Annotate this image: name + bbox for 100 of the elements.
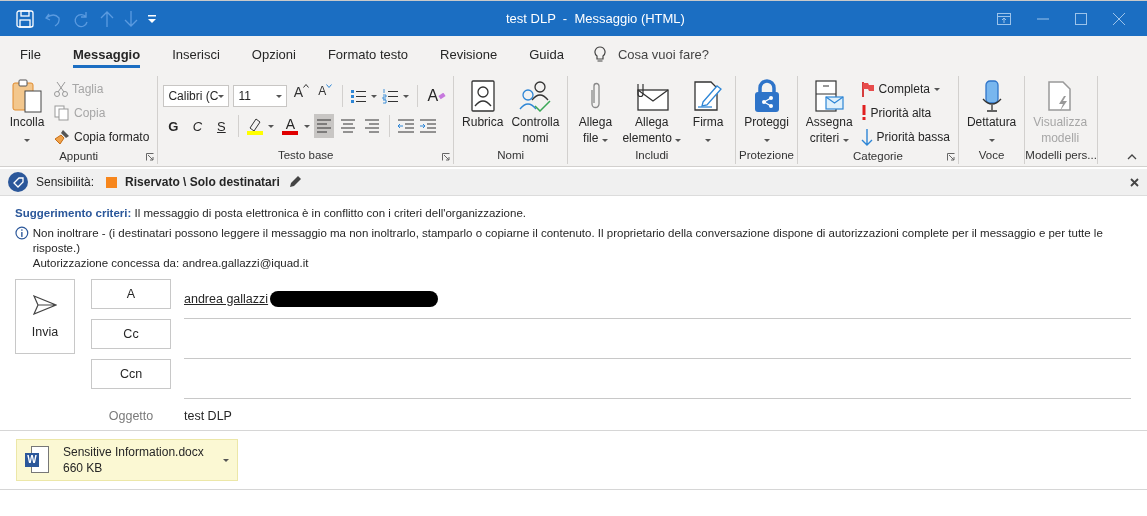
send-button[interactable]: Invia [15,279,75,354]
customize-icon[interactable] [148,14,156,23]
info-text: Non inoltrare - (i destinatari possono leggere il messaggio ma non inoltrarlo, stamparlo o copiarne il contenuto. Il proprietario della conversazione dispone di autorizzazioni complete per il messaggio e per tutte le risposte.) [32,226,1104,256]
group-label: Categorie [852,150,903,162]
ribbon-button[interactable]: Controlla nomi [508,76,563,146]
scissors-icon [54,81,68,97]
tag-icon [8,172,28,192]
granted-by-text: Autorizzazione concessa da: andrea.gallazzi@iquad.it [32,256,310,271]
grow-font-button[interactable]: A [291,84,312,108]
dialog-launcher-icon[interactable] [146,153,155,161]
tell-me-field[interactable]: Cosa vuoi fare? [617,46,709,62]
caret-icon [218,94,225,98]
align-right-icon [364,117,381,135]
paintbrush-icon [54,129,70,145]
align-button[interactable] [314,114,335,138]
font-color-button[interactable]: A [280,114,301,138]
ribbon-tab[interactable]: Messaggio [62,36,151,72]
redo-icon[interactable] [72,9,90,28]
ribbon-button[interactable]: Firma [686,76,731,146]
ribbon-tab[interactable]: Formato testo [317,36,419,72]
save-icon[interactable] [16,9,34,28]
increase-indent-icon[interactable] [419,118,438,134]
recipient-button[interactable]: A [91,279,171,309]
format-button[interactable]: G [163,114,184,138]
ribbon-button[interactable]: Priorità bassa [857,126,953,148]
exclamation-icon [860,105,867,121]
window-title: test DLP - Messaggio (HTML) [505,11,686,26]
sensitivity-value[interactable]: Riservato \ Solo destinatari [125,175,280,189]
ribbon-tab[interactable]: Inserisci [162,36,230,72]
subject-label: Oggetto [107,408,155,423]
up-arrow-icon[interactable] [100,9,114,28]
eraser-icon [438,92,447,100]
recipient-button[interactable]: Cc [91,319,171,349]
lock-share-icon [752,79,781,113]
numbered-list-icon[interactable] [382,88,411,104]
ribbon-button[interactable]: Priorità alta [857,102,953,124]
down-arrow-icon[interactable] [124,9,138,28]
group-label: Voce [978,149,1005,161]
close-icon [1130,178,1139,187]
caret-up-icon [303,84,310,88]
recipient-name[interactable]: andrea gallazzi [184,291,269,306]
ribbon-display-icon[interactable] [997,12,1011,25]
ribbon-button[interactable]: Incolla [5,76,49,148]
collapse-ribbon-icon[interactable] [1127,154,1137,160]
ribbon-tab[interactable]: Revisione [430,36,508,72]
copy-icon [54,105,70,121]
attachment-card[interactable]: W Sensitive Information.docx 660 KB [16,439,238,481]
ribbon-button[interactable]: Allega file [573,76,618,146]
flag-icon [860,81,875,97]
address-book-icon [469,80,496,112]
sensitivity-label: Sensibilità: [36,175,95,189]
ribbon-button[interactable]: Allega elemento [619,76,685,146]
align-center-icon [340,117,357,135]
policy-tip-text: Suggerimento criteri: Il messaggio di posta elettronica è in conflitto con i criteri dell'organizzazione. [15,206,527,221]
microphone-icon [980,80,1003,112]
clipboard-icon [12,79,42,113]
envelope-clip-icon [634,81,669,111]
clear-formatting-button[interactable]: A [425,84,449,108]
file-size: 660 KB [63,461,104,475]
down-arrow-icon [860,128,873,146]
font-size-field[interactable]: 11 [233,85,288,107]
group-label: Appunti [59,150,99,162]
ribbon-button[interactable]: Completa [857,78,953,100]
decrease-indent-icon[interactable] [397,118,416,134]
info-icon [15,226,29,240]
ribbon-button[interactable]: Assegna criteri [802,76,856,148]
pencil-icon[interactable] [287,175,302,189]
send-icon [33,294,57,315]
align-left-icon [316,117,333,135]
dialog-launcher-icon[interactable] [946,153,955,161]
caret-down-icon [326,84,333,88]
subject-field[interactable]: test DLP [184,408,232,423]
document-lightning-icon [1047,80,1074,112]
ribbon-button[interactable]: Rubrica [459,76,507,146]
lightbulb-icon [593,45,606,63]
recipient-button[interactable]: Ccn [91,359,171,389]
close-icon[interactable] [1113,12,1125,25]
ribbon-tab[interactable]: Guida [519,36,574,72]
file-name: Sensitive Information.docx [63,445,205,459]
ribbon-tab[interactable]: File [10,36,51,72]
ribbon-button[interactable]: Copia formato [51,126,153,148]
ribbon-tab[interactable]: Opzioni [241,36,306,72]
shrink-font-button[interactable]: A [315,84,336,108]
cabinet-envelope-icon [814,80,845,112]
maximize-icon[interactable] [1075,12,1087,25]
format-button[interactable]: C [187,114,208,138]
group-label: Modelli pers... [1025,149,1097,161]
dialog-launcher-icon[interactable] [442,153,451,161]
group-label: Includi [635,149,669,161]
ribbon-button[interactable]: Dettatura [963,76,1020,146]
format-button[interactable]: S [211,114,232,138]
caret-icon [276,94,283,98]
highlighter-icon[interactable] [246,117,277,135]
font-name-field[interactable]: Calibri (C [163,85,230,107]
people-check-icon [518,80,553,112]
caret-icon [304,124,311,128]
caret-icon [223,458,229,462]
bullet-list-icon[interactable] [350,88,379,104]
signature-pen-icon [693,80,724,112]
ribbon-button[interactable]: Proteggi [741,76,792,146]
